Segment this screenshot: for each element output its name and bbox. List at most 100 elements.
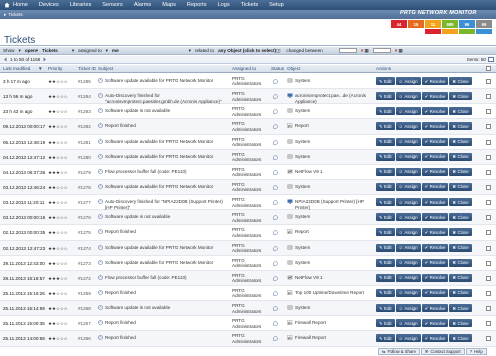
ticket-subject-text[interactable]: Software update available for PRTG Netwo… <box>105 245 213 250</box>
ticket-object[interactable]: System <box>287 214 371 219</box>
assign-button[interactable]: ☺ Assign <box>395 152 421 161</box>
assign-button[interactable]: ☺ Assign <box>395 198 421 207</box>
ticket-id[interactable]: #1282 <box>78 124 91 129</box>
ticket-priority-stars[interactable]: ★★☆☆☆ <box>48 155 68 161</box>
close-button[interactable]: ✖ Close <box>449 304 472 313</box>
resolve-button[interactable]: ✔ Resolve <box>421 107 449 116</box>
ticket-object[interactable]: Report <box>287 123 371 128</box>
ticket-row[interactable]: 09.12.2013 00:00:17 ★★☆☆☆ #1282 Report fini… <box>0 119 496 135</box>
nav-item-home[interactable]: Home <box>13 2 28 8</box>
close-button[interactable]: ✖ Close <box>449 258 472 267</box>
assign-button[interactable]: ☺ Assign <box>395 288 421 297</box>
edit-button[interactable]: ✎ Edit <box>376 334 395 343</box>
breadcrumb-current[interactable]: Tickets <box>8 12 22 17</box>
table-settings-icon[interactable] <box>488 57 494 62</box>
edit-button[interactable]: ✎ Edit <box>376 243 395 252</box>
ticket-row[interactable]: 03.12.2013 12:46:24 ★★☆☆☆ #1278 Software up… <box>0 179 496 196</box>
ticket-object-name[interactable]: System <box>295 260 310 265</box>
ticket-object[interactable]: System <box>287 184 371 189</box>
edit-button[interactable]: ✎ Edit <box>376 77 395 85</box>
edit-button[interactable]: ✎ Edit <box>376 198 395 207</box>
alarm-count-badge[interactable]: 989 <box>442 20 458 28</box>
ticket-subject-text[interactable]: Software update available for PRTG Netwo… <box>105 78 213 83</box>
ticket-object[interactable]: System <box>287 154 371 159</box>
ticket-object[interactable]: System <box>287 78 371 83</box>
ticket-row[interactable]: 04.12.2013 12:47:12 ★★☆☆☆ #1280 Software up… <box>0 149 496 165</box>
ticket-priority-stars[interactable]: ★★☆☆☆ <box>48 200 68 206</box>
ticket-object-name[interactable]: System <box>295 139 310 144</box>
ticket-subject-text[interactable]: Software update available for PRTG Netwo… <box>105 260 213 265</box>
filter-assigned-select[interactable]: me <box>112 48 119 53</box>
ticket-row[interactable]: 3 h 17 m ago ★★☆☆☆ #1285 Software update av… <box>0 74 496 90</box>
assign-button[interactable]: ☺ Assign <box>395 273 421 282</box>
ticket-object-name[interactable]: NetFlow V9 1 <box>295 169 323 174</box>
nav-item-tickets[interactable]: Tickets <box>241 2 259 8</box>
ticket-subject[interactable]: Software update available for PRTG Netwo… <box>98 78 226 83</box>
ticket-select-checkbox[interactable] <box>486 306 491 312</box>
close-button[interactable]: ✖ Close <box>449 77 472 85</box>
ticket-priority-stars[interactable]: ★★☆☆☆ <box>48 261 68 267</box>
edit-button[interactable]: ✎ Edit <box>376 288 395 297</box>
ticket-subject[interactable]: Auto-Discovery finished for "acronisvmpr… <box>98 93 226 104</box>
ticket-priority-stars[interactable]: ★★☆☆☆ <box>48 306 68 312</box>
edit-button[interactable]: ✎ Edit <box>376 258 395 267</box>
ticket-subject-text[interactable]: Report finished <box>105 320 136 325</box>
close-button[interactable]: ✖ Close <box>449 228 472 237</box>
ticket-subject-text[interactable]: Report finished <box>105 335 136 340</box>
resolve-button[interactable]: ✔ Resolve <box>421 319 449 328</box>
chevron-down-icon[interactable]: ▾ <box>36 48 38 54</box>
ticket-object[interactable]: acronisvmprotect.pae...de (Acronis Appli… <box>287 93 371 104</box>
ticket-row[interactable]: 03.12.2013 00:00:16 ★★☆☆☆ #1276 Software up… <box>0 210 496 226</box>
status-strip-yellow[interactable] <box>442 29 458 34</box>
edit-button[interactable]: ✎ Edit <box>376 92 395 101</box>
ticket-subject-text[interactable]: Flow processor buffer full (code: PE110) <box>105 275 187 280</box>
ticket-object-name[interactable]: NetFlow V9 1 <box>295 275 323 280</box>
ticket-select-checkbox[interactable] <box>486 124 491 130</box>
ticket-object-name[interactable]: System <box>295 154 310 159</box>
assign-button[interactable]: ☺ Assign <box>395 77 421 85</box>
help-button[interactable]: ? Help <box>465 348 487 355</box>
edit-button[interactable]: ✎ Edit <box>376 228 395 237</box>
edit-button[interactable]: ✎ Edit <box>376 304 395 313</box>
close-button[interactable]: ✖ Close <box>449 167 472 176</box>
close-button[interactable]: ✖ Close <box>449 319 472 328</box>
ticket-select-checkbox[interactable] <box>486 79 491 84</box>
ticket-id[interactable]: #1273 <box>78 261 91 266</box>
ticket-object-name[interactable]: Report <box>295 229 309 234</box>
follow-share-button[interactable]: ⇆ Follow & Share <box>378 348 420 355</box>
sort-desc-icon[interactable]: ▼ <box>38 66 43 71</box>
resolve-button[interactable]: ✔ Resolve <box>421 334 449 343</box>
ticket-row[interactable]: 29.11.2013 12:43:00 ★★☆☆☆ #1273 Software up… <box>0 256 496 271</box>
ticket-subject-text[interactable]: Flow processor buffer full (code: PE110) <box>105 169 187 174</box>
assign-button[interactable]: ☺ Assign <box>395 319 421 328</box>
home-icon[interactable] <box>4 2 10 8</box>
ticket-select-checkbox[interactable] <box>486 139 491 145</box>
ticket-priority-stars[interactable]: ★★☆☆☆ <box>48 230 68 236</box>
previous-page-icon[interactable] <box>3 57 8 62</box>
object-picker-icon[interactable]: ◫ <box>276 48 280 54</box>
ticket-select-checkbox[interactable] <box>486 109 491 115</box>
ticket-object[interactable]: NPIA22D0B (Support Printer) [HP Printer] <box>287 199 371 210</box>
resolve-button[interactable]: ✔ Resolve <box>421 122 449 131</box>
edit-button[interactable]: ✎ Edit <box>376 182 395 191</box>
ticket-subject-text[interactable]: Report finished <box>105 123 136 128</box>
ticket-subject[interactable]: Flow processor buffer full (code: PE110) <box>98 169 226 174</box>
ticket-object[interactable]: System <box>287 260 371 265</box>
column-assigned-to[interactable]: Assigned to <box>232 66 256 71</box>
resolve-button[interactable]: ✔ Resolve <box>421 167 449 176</box>
clear-date-from-icon[interactable]: × <box>361 48 364 53</box>
ticket-subject[interactable]: Report finished <box>98 290 226 295</box>
ticket-object[interactable]: System <box>287 305 371 310</box>
assign-button[interactable]: ☺ Assign <box>395 243 421 252</box>
assign-button[interactable]: ☺ Assign <box>395 213 421 222</box>
close-button[interactable]: ✖ Close <box>449 152 472 161</box>
resolve-button[interactable]: ✔ Resolve <box>421 92 449 101</box>
resolve-button[interactable]: ✔ Resolve <box>421 273 449 282</box>
ticket-select-checkbox[interactable] <box>486 94 491 100</box>
ticket-object-name[interactable]: System <box>295 214 310 219</box>
ticket-object-name[interactable]: Firewall Report <box>295 320 326 325</box>
ticket-id[interactable]: #1280 <box>78 155 91 160</box>
ticket-subject-text[interactable]: Software update is not available <box>105 305 170 310</box>
edit-button[interactable]: ✎ Edit <box>376 319 395 328</box>
ticket-subject[interactable]: Auto-Discovery finished for "NPIA22D0B (… <box>98 199 226 210</box>
